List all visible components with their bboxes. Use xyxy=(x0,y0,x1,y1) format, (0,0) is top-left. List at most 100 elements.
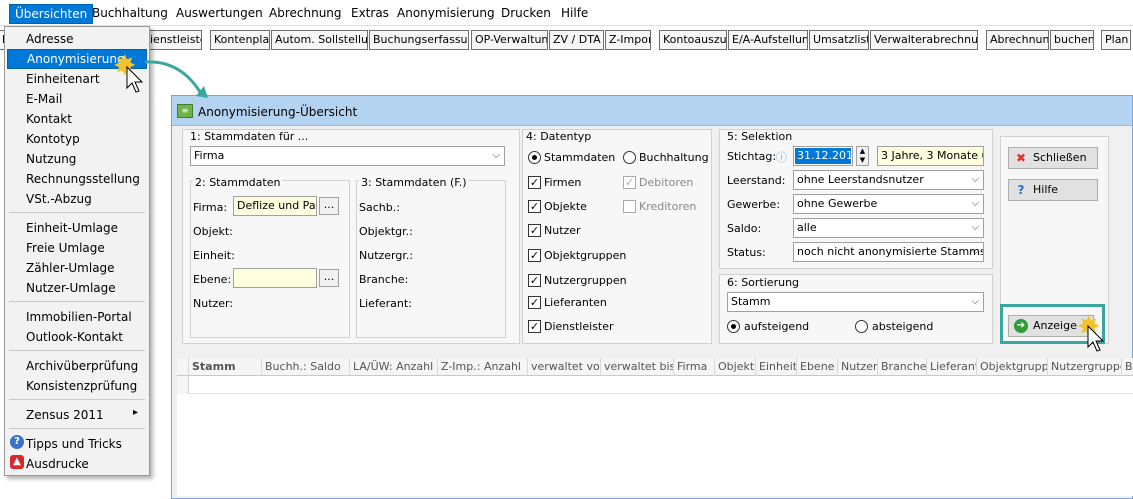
menu-item-email[interactable]: E-Mail xyxy=(26,92,62,106)
checkbox-objekte[interactable]: ✓ xyxy=(528,200,541,213)
menu-separator xyxy=(9,350,145,351)
menu-item-archivueberpruefung[interactable]: Archivüberprüfung xyxy=(26,359,138,373)
menu-item-konsistenzpruefung[interactable]: Konsistenzprüfung xyxy=(26,379,137,393)
grid-col-zimp-anzahl[interactable]: Z-Imp.: Anzahl xyxy=(438,358,528,376)
saldo-combo[interactable]: alle ⌵ xyxy=(793,218,984,238)
checkbox-firmen[interactable]: ✓ xyxy=(528,176,541,189)
grid-col-verwaltet-bis[interactable]: verwaltet bis xyxy=(601,358,674,376)
menu-uebersichten[interactable]: Übersichten xyxy=(9,4,94,24)
sortierung-combo[interactable]: Stamm ⌵ xyxy=(727,292,984,312)
menu-item-rechnungsstellung[interactable]: Rechnungsstellung xyxy=(26,172,140,186)
grid-col-ebene[interactable]: Ebene xyxy=(797,358,838,376)
checkbox-lieferanten[interactable]: ✓ xyxy=(528,296,541,309)
menu-item-vst-abzug[interactable]: VSt.-Abzug xyxy=(26,192,92,206)
leerstand-combo[interactable]: ohne Leerstandsnutzer ⌵ xyxy=(793,170,984,190)
menu-anonymisierung[interactable]: Anonymisierung xyxy=(397,6,495,20)
grid-col-firma[interactable]: Firma xyxy=(674,358,715,376)
selektion-label: 5: Selektion xyxy=(727,130,793,143)
menu-item-einheit-umlage[interactable]: Einheit-Umlage xyxy=(26,221,118,235)
grid-col-objektgruppe[interactable]: Objektgruppe xyxy=(977,358,1048,376)
radio-buchhaltung[interactable] xyxy=(623,151,636,164)
grid-col-laue-anzahl[interactable]: LA/ÜW: Anzahl xyxy=(350,358,438,376)
checkbox-debitoren-label: Debitoren xyxy=(639,176,694,189)
menu-item-outlook-kontakt[interactable]: Outlook-Kontakt xyxy=(26,330,123,344)
menu-drucken[interactable]: Drucken xyxy=(501,6,551,20)
menu-buchhaltung[interactable]: Buchhaltung xyxy=(92,6,168,20)
grid-col-lieferant[interactable]: Lieferant xyxy=(927,358,977,376)
stammdaten-fuer-combo[interactable]: Firma ⌵ xyxy=(190,146,505,166)
checkbox-nutzer[interactable]: ✓ xyxy=(528,224,541,237)
menu-item-tipps-und-tricks[interactable]: Tipps und Tricks xyxy=(26,437,122,451)
radio-absteigend[interactable] xyxy=(855,320,868,333)
firma-field[interactable]: Deflize und Partr xyxy=(233,196,317,216)
radio-aufsteigend[interactable] xyxy=(727,320,740,333)
checkbox-objektgruppen[interactable]: ✓ xyxy=(528,249,541,262)
toolbar-button-buchungserfassung[interactable]: Buchungserfassung xyxy=(369,30,469,50)
toolbar-button-verwalterabrechnung[interactable]: Verwalterabrechnung xyxy=(870,30,978,50)
grid-col-b[interactable]: B xyxy=(1122,358,1133,376)
checkbox-dienstleister[interactable]: ✓ xyxy=(528,320,541,333)
toolbar-button-z-import[interactable]: Z-Import xyxy=(605,30,651,50)
grid-col-branche[interactable]: Branche xyxy=(878,358,927,376)
ebene-label: Ebene: xyxy=(193,273,232,286)
grid-col-nutzer[interactable]: Nutzer xyxy=(838,358,878,376)
sortierung-label: 6: Sortierung xyxy=(727,276,800,289)
result-grid-header: Stamm Buchh.: Saldo LA/ÜW: Anzahl Z-Imp.… xyxy=(177,358,1133,376)
radio-stammdaten[interactable] xyxy=(528,151,541,164)
close-icon: ✖ xyxy=(1015,151,1027,165)
toolbar-button-buchen[interactable]: buchen xyxy=(1050,30,1094,50)
menu-item-nutzung[interactable]: Nutzung xyxy=(26,152,76,166)
hilfe-button[interactable]: ? Hilfe xyxy=(1008,179,1098,201)
checkbox-kreditoren[interactable] xyxy=(623,200,636,213)
result-grid-body[interactable] xyxy=(177,376,1133,496)
menu-item-ausdrucke[interactable]: Ausdrucke xyxy=(26,457,89,471)
toolbar-button-op-verwaltung[interactable]: OP-Verwaltung xyxy=(471,30,548,50)
grid-col-einheit[interactable]: Einheit xyxy=(756,358,797,376)
stammdaten-fuer-value: Firma xyxy=(194,149,225,162)
menu-auswertungen[interactable]: Auswertungen xyxy=(176,6,263,20)
grid-col-objekt[interactable]: Objekt xyxy=(715,358,756,376)
stichtag-spinner[interactable]: ▲ ▼ xyxy=(856,146,869,166)
menu-item-freie-umlage[interactable]: Freie Umlage xyxy=(26,241,105,255)
toolbar-button-umsatzliste[interactable]: Umsatzliste xyxy=(809,30,869,50)
menu-separator xyxy=(9,399,145,400)
grid-col-verwaltet-von[interactable]: verwaltet von xyxy=(528,358,601,376)
menu-item-kontakt[interactable]: Kontakt xyxy=(26,112,72,126)
toolbar-button-kontoauszug[interactable]: Kontoauszug xyxy=(659,30,727,50)
grid-col-stamm[interactable]: Stamm xyxy=(189,358,262,376)
grid-col-nutzergruppe[interactable]: Nutzergruppe xyxy=(1048,358,1122,376)
grid-col-buchh-saldo[interactable]: Buchh.: Saldo xyxy=(262,358,350,376)
menu-extras[interactable]: Extras xyxy=(351,6,389,20)
leerstand-value: ohne Leerstandsnutzer xyxy=(797,173,924,186)
menu-abrechnung[interactable]: Abrechnung xyxy=(269,6,342,20)
menu-separator xyxy=(9,428,145,429)
ebene-field[interactable] xyxy=(233,268,317,288)
menu-item-zaehler-umlage[interactable]: Zähler-Umlage xyxy=(26,261,115,275)
menu-item-kontotyp[interactable]: Kontotyp xyxy=(26,132,80,146)
toolbar-button-ea-aufstellung[interactable]: E/A-Aufstellung xyxy=(728,30,808,50)
stichtag-field[interactable]: 31.12.2014 xyxy=(793,146,860,166)
radio-aufsteigend-label: aufsteigend xyxy=(744,320,810,333)
firma-browse-button[interactable]: ... xyxy=(319,197,339,215)
toolbar-button-dienstleister[interactable]: ienstleister xyxy=(146,30,202,50)
toolbar-button-abrechnung[interactable]: Abrechnung xyxy=(986,30,1049,50)
menu-item-immobilien-portal[interactable]: Immobilien-Portal xyxy=(26,310,132,324)
gewerbe-combo[interactable]: ohne Gewerbe ⌵ xyxy=(793,194,984,214)
menu-item-einheitenart[interactable]: Einheitenart xyxy=(26,72,100,86)
menu-hilfe[interactable]: Hilfe xyxy=(561,6,588,20)
status-combo[interactable]: noch nicht anonymisierte Stammsät ⌵ xyxy=(793,242,984,262)
toolbar-button-kontenplan[interactable]: Kontenplan xyxy=(210,30,270,50)
menu-item-zensus-2011[interactable]: Zensus 2011 xyxy=(26,408,104,422)
window-titlebar: ≡ Anonymisierung-Übersicht xyxy=(172,96,1132,126)
toolbar-button-plan[interactable]: Plan xyxy=(1101,30,1131,50)
ebene-browse-button[interactable]: ... xyxy=(319,269,339,287)
info-icon: ⓘ xyxy=(776,151,787,164)
checkbox-debitoren[interactable]: ✓ xyxy=(623,176,636,189)
menu-item-adresse[interactable]: Adresse xyxy=(26,32,74,46)
menu-item-nutzer-umlage[interactable]: Nutzer-Umlage xyxy=(26,281,116,295)
schliessen-button[interactable]: ✖ Schließen xyxy=(1008,147,1098,169)
toolbar-button-autom-sollstellung[interactable]: Autom. Sollstellung xyxy=(271,30,368,50)
toolbar-button-zv-dta[interactable]: ZV / DTA xyxy=(549,30,604,50)
checkbox-nutzergruppen[interactable]: ✓ xyxy=(528,274,541,287)
saldo-label: Saldo: xyxy=(727,222,762,235)
